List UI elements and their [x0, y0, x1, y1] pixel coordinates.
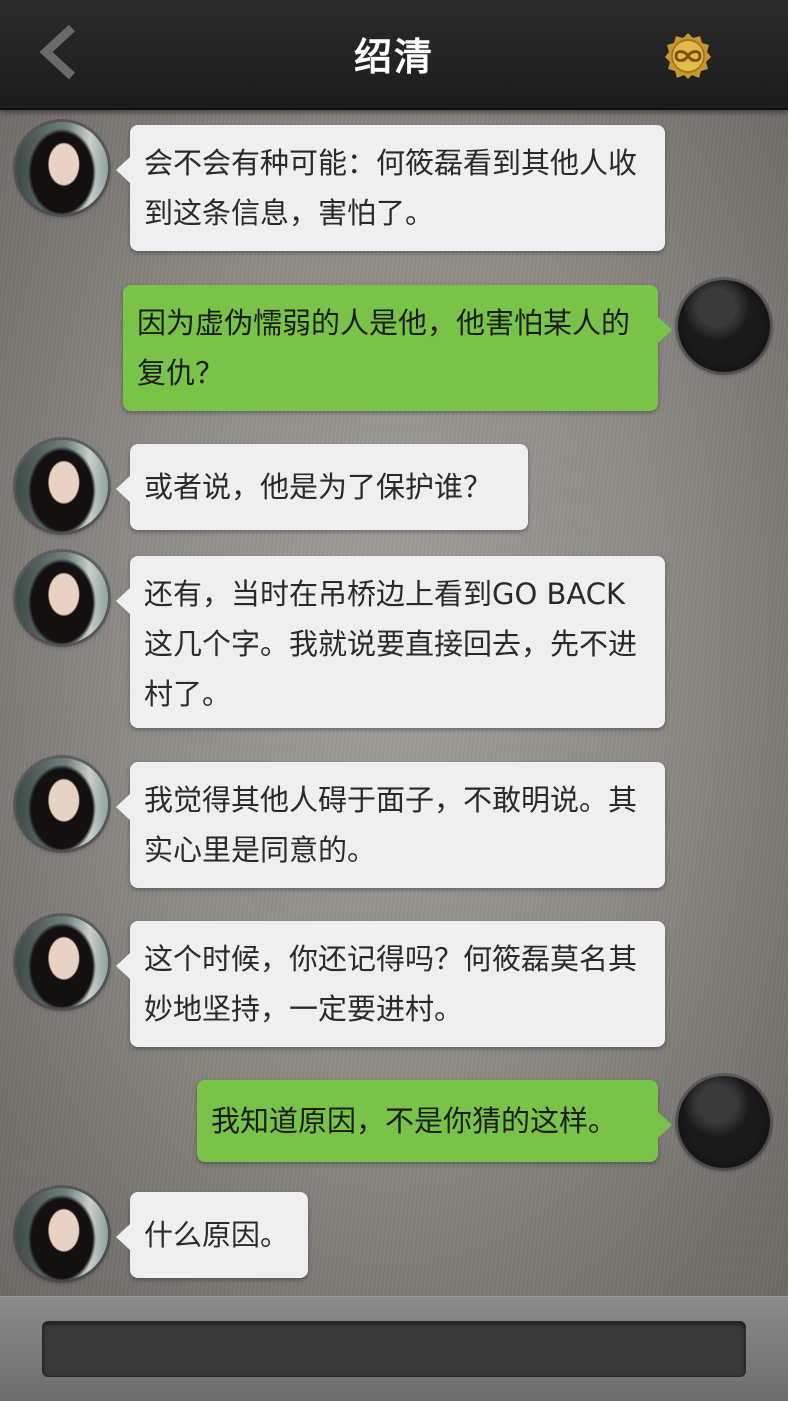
- contact-avatar[interactable]: [16, 552, 108, 644]
- user-avatar[interactable]: [678, 280, 770, 372]
- incoming-message-bubble: 还有，当时在吊桥边上看到GO BACK这几个字。我就说要直接回去，先不进村了。: [116, 556, 665, 728]
- user-avatar[interactable]: [678, 1076, 770, 1168]
- outgoing-message-bubble: 我知道原因，不是你猜的这样。: [197, 1080, 672, 1162]
- top-bar: 绍清: [0, 0, 788, 110]
- badge-button[interactable]: [664, 32, 712, 80]
- incoming-message-bubble: 什么原因。: [116, 1192, 308, 1278]
- composer-bar: [0, 1296, 788, 1401]
- incoming-message-bubble: 我觉得其他人碍于面子，不敢明说。其实心里是同意的。: [116, 762, 665, 888]
- incoming-message-bubble: 会不会有种可能：何筱磊看到其他人收到这条信息，害怕了。: [116, 125, 665, 251]
- incoming-message-bubble: 或者说，他是为了保护谁？: [116, 444, 528, 530]
- outgoing-message-bubble: 因为虚伪懦弱的人是他，他害怕某人的复仇？: [123, 285, 672, 411]
- infinity-coin-icon: [665, 33, 711, 79]
- incoming-message-bubble: 这个时候，你还记得吗？何筱磊莫名其妙地坚持，一定要进村。: [116, 921, 665, 1047]
- message-input[interactable]: [42, 1321, 746, 1377]
- contact-avatar[interactable]: [16, 440, 108, 532]
- contact-avatar[interactable]: [16, 122, 108, 214]
- contact-avatar[interactable]: [16, 916, 108, 1008]
- contact-avatar[interactable]: [16, 758, 108, 850]
- contact-avatar[interactable]: [16, 1188, 108, 1280]
